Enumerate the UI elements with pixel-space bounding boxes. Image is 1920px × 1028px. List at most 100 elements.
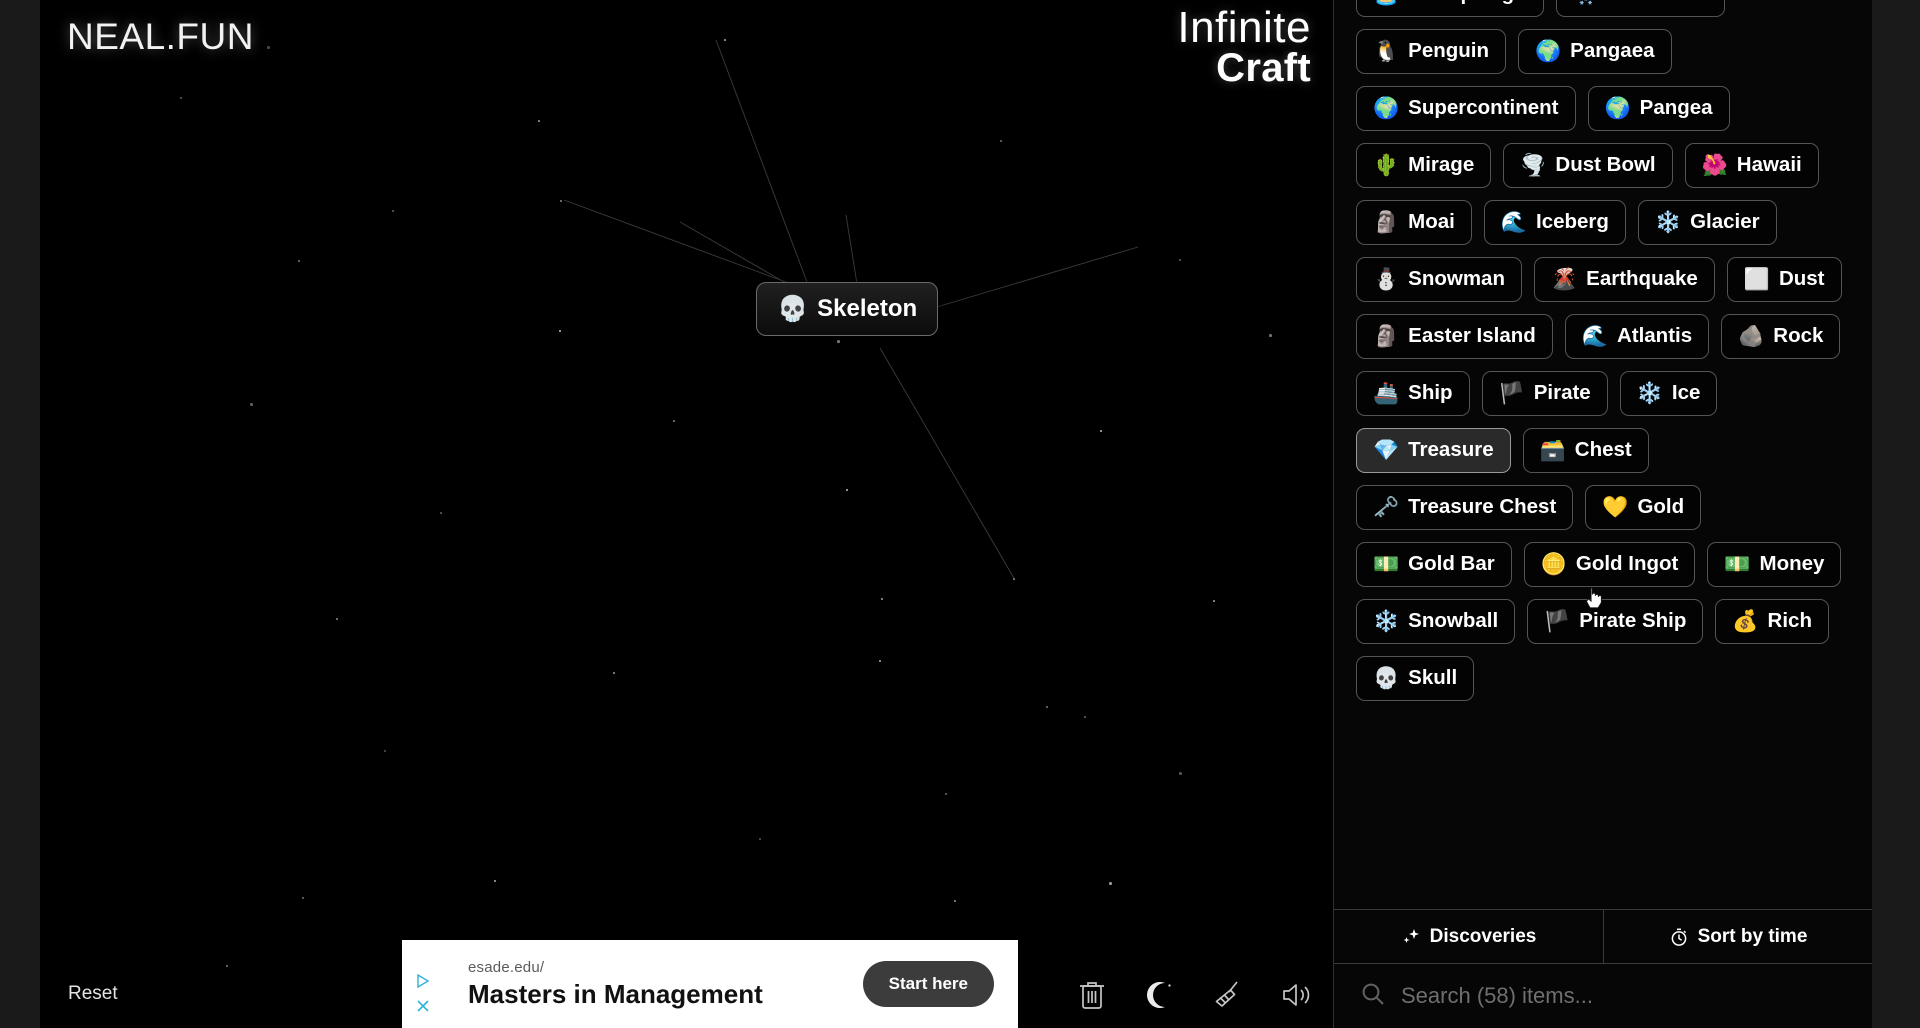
search-bar[interactable] bbox=[1334, 964, 1872, 1028]
item-emoji-icon: ⛄ bbox=[1373, 268, 1400, 291]
item-chip[interactable]: 🌪️ Dust Bowl bbox=[1503, 143, 1673, 188]
item-chip[interactable]: 🏝️ Archipelago bbox=[1356, 0, 1544, 17]
item-chip[interactable]: 💛 Gold bbox=[1585, 485, 1702, 530]
adchoices-triangle-icon[interactable] bbox=[415, 973, 431, 989]
moon-icon[interactable] bbox=[1141, 976, 1179, 1014]
item-emoji-icon: ❄️ bbox=[1636, 382, 1663, 405]
star-dot bbox=[1179, 259, 1181, 261]
item-chip[interactable]: 🗃️ Chest bbox=[1522, 428, 1649, 473]
item-label: Gold Bar bbox=[1408, 552, 1495, 576]
item-chip[interactable]: 🗝️ Treasure Chest bbox=[1356, 485, 1574, 530]
item-chip[interactable]: 🌺 Hawaii bbox=[1684, 143, 1819, 188]
item-chip[interactable]: ❄️ Ice bbox=[1619, 371, 1718, 416]
star-dot bbox=[945, 793, 947, 795]
item-emoji-icon: 🌊 bbox=[1581, 325, 1608, 348]
item-emoji-icon: 🏴 bbox=[1498, 382, 1525, 405]
item-emoji-icon: 💰 bbox=[1732, 610, 1759, 633]
item-label: Pangea bbox=[1639, 96, 1713, 120]
item-chip[interactable]: 💎 Treasure bbox=[1356, 428, 1511, 473]
star-dot bbox=[392, 210, 394, 212]
trash-icon[interactable] bbox=[1073, 976, 1111, 1014]
item-chip[interactable]: 🗿 Easter Island bbox=[1356, 314, 1553, 359]
item-chip[interactable]: 🏴 Pirate Ship bbox=[1527, 599, 1704, 644]
item-chip-list[interactable]: 🏝️ Archipelago 🌨️ Antarctica 🐧 Penguin 🌍 Pangae… bbox=[1334, 0, 1872, 909]
item-emoji-icon: ⬜ bbox=[1743, 268, 1770, 291]
items-sidebar: 🏝️ Archipelago 🌨️ Antarctica 🐧 Penguin 🌍 Pangae… bbox=[1333, 0, 1872, 1028]
star-dot bbox=[494, 880, 496, 882]
item-label: Rock bbox=[1773, 324, 1824, 348]
sparkles-icon bbox=[1401, 927, 1421, 947]
item-chip[interactable]: ❄️ Glacier bbox=[1637, 200, 1777, 245]
item-label: Dust Bowl bbox=[1555, 153, 1656, 177]
star-dot bbox=[1269, 334, 1272, 337]
star-dot bbox=[302, 897, 304, 899]
item-chip[interactable]: 🌵 Mirage bbox=[1356, 143, 1492, 188]
ad-cta-button[interactable]: Start here bbox=[862, 961, 994, 1007]
item-chip[interactable]: ⛄ Snowman bbox=[1356, 257, 1522, 302]
item-chip[interactable]: 🌍 Pangaea bbox=[1518, 29, 1672, 74]
item-label: Iceberg bbox=[1536, 210, 1609, 234]
sidebar-tab-bar: Discoveries Sort by time bbox=[1334, 909, 1872, 964]
close-x-icon[interactable] bbox=[415, 998, 431, 1014]
item-emoji-icon: 🌍 bbox=[1535, 40, 1562, 63]
star-dot bbox=[560, 200, 562, 202]
ad-banner[interactable]: esade.edu/ Masters in Management Start h… bbox=[402, 940, 1018, 1028]
item-chip[interactable]: ❄️ Snowball bbox=[1356, 599, 1516, 644]
item-chip[interactable]: 🪙 Gold Ingot bbox=[1523, 542, 1696, 587]
constellation-edges bbox=[563, 39, 1139, 581]
item-emoji-icon: 🗿 bbox=[1373, 211, 1400, 234]
ad-url: esade.edu/ bbox=[468, 959, 545, 977]
star-dot bbox=[881, 598, 883, 600]
item-label: Pirate Ship bbox=[1579, 609, 1687, 633]
star-dot bbox=[440, 512, 442, 514]
item-emoji-icon: 💀 bbox=[1373, 667, 1400, 690]
item-label: Gold Ingot bbox=[1575, 552, 1679, 576]
star-dot bbox=[954, 900, 956, 902]
item-chip[interactable]: 🌋 Earthquake bbox=[1533, 257, 1715, 302]
item-chip[interactable]: 🌨️ Antarctica bbox=[1555, 0, 1726, 17]
item-chip[interactable]: 💰 Rich bbox=[1715, 599, 1829, 644]
star-dot bbox=[759, 838, 761, 840]
item-emoji-icon: 🌪️ bbox=[1520, 154, 1547, 177]
ad-text: esade.edu/ Masters in Management bbox=[444, 957, 863, 1011]
star-dot bbox=[559, 330, 561, 332]
item-chip[interactable]: 🏴 Pirate bbox=[1481, 371, 1608, 416]
item-emoji-icon: ❄️ bbox=[1373, 610, 1400, 633]
item-chip[interactable]: 🌍 Supercontinent bbox=[1356, 86, 1576, 131]
tab-sort-by-time[interactable]: Sort by time bbox=[1603, 910, 1872, 963]
canvas-toolbar bbox=[1073, 976, 1315, 1014]
item-emoji-icon: 🌍 bbox=[1604, 97, 1631, 120]
item-emoji-icon: 🌵 bbox=[1373, 154, 1400, 177]
search-input[interactable] bbox=[1401, 983, 1846, 1009]
item-chip[interactable]: 🗿 Moai bbox=[1356, 200, 1472, 245]
item-chip[interactable]: 🌊 Iceberg bbox=[1483, 200, 1626, 245]
star-dot bbox=[180, 97, 182, 99]
item-chip[interactable]: 🌊 Atlantis bbox=[1564, 314, 1710, 359]
item-chip[interactable]: 💀 Skull bbox=[1356, 656, 1475, 701]
item-label: Snowball bbox=[1408, 609, 1499, 633]
item-emoji-icon: 🪙 bbox=[1540, 553, 1567, 576]
item-chip[interactable]: 💵 Money bbox=[1707, 542, 1842, 587]
item-chip[interactable]: 🌍 Pangea bbox=[1587, 86, 1730, 131]
speaker-icon[interactable] bbox=[1277, 976, 1315, 1014]
star-dot bbox=[1179, 772, 1182, 775]
item-chip[interactable]: 💵 Gold Bar bbox=[1356, 542, 1512, 587]
canvas-node-skeleton[interactable]: 💀 Skeleton bbox=[756, 282, 939, 336]
item-chip[interactable]: 🐧 Penguin bbox=[1356, 29, 1507, 74]
tab-discoveries[interactable]: Discoveries bbox=[1334, 910, 1603, 963]
broom-icon[interactable] bbox=[1209, 976, 1247, 1014]
reset-button[interactable]: Reset bbox=[68, 983, 118, 1005]
item-emoji-icon: 🌨️ bbox=[1573, 0, 1599, 5]
star-dot bbox=[846, 489, 848, 491]
crafting-canvas[interactable]: NEAL.FUN Infinite Craft 💀 Skeleton Reset… bbox=[40, 0, 1333, 1028]
item-chip[interactable]: 🪨 Rock bbox=[1721, 314, 1841, 359]
item-label: Gold bbox=[1637, 495, 1685, 519]
star-dot bbox=[613, 672, 615, 674]
item-emoji-icon: 💛 bbox=[1602, 496, 1629, 519]
item-label: Archipelago bbox=[1408, 0, 1526, 6]
item-chip[interactable]: 🚢 Ship bbox=[1356, 371, 1470, 416]
item-chip[interactable]: ⬜ Dust bbox=[1726, 257, 1842, 302]
neal-fun-logo[interactable]: NEAL.FUN bbox=[67, 16, 254, 58]
tab-sort-by-time-label: Sort by time bbox=[1697, 925, 1808, 947]
star-dot bbox=[1000, 140, 1002, 142]
